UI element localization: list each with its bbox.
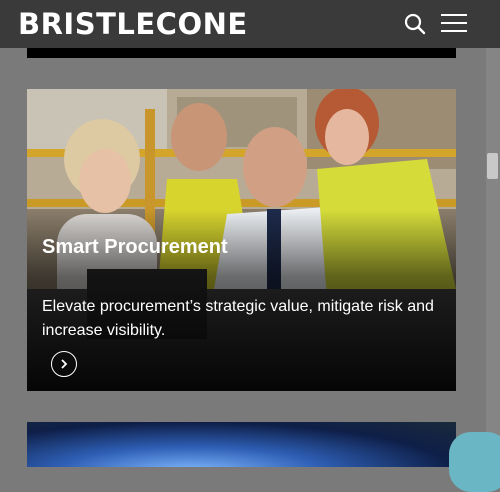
bristlecone-logo[interactable]: BRISTLECONE — [18, 7, 248, 41]
chat-widget-button[interactable] — [449, 432, 500, 492]
chevron-right-icon[interactable] — [51, 351, 77, 377]
card-title: Smart Procurement — [42, 236, 228, 258]
page-scrollbar[interactable] — [486, 48, 500, 467]
hamburger-menu-icon[interactable] — [441, 14, 467, 34]
site-header: BRISTLECONE — [0, 0, 500, 48]
card-description: Elevate procurement’s strategic value, m… — [42, 298, 434, 339]
next-card-globe-image[interactable] — [27, 422, 456, 467]
scrollbar-thumb[interactable] — [487, 153, 498, 179]
previous-card-bottom — [27, 48, 456, 58]
search-icon[interactable] — [403, 12, 427, 36]
smart-procurement-card[interactable]: Smart Procurement Elevate procurement’s … — [27, 89, 456, 391]
